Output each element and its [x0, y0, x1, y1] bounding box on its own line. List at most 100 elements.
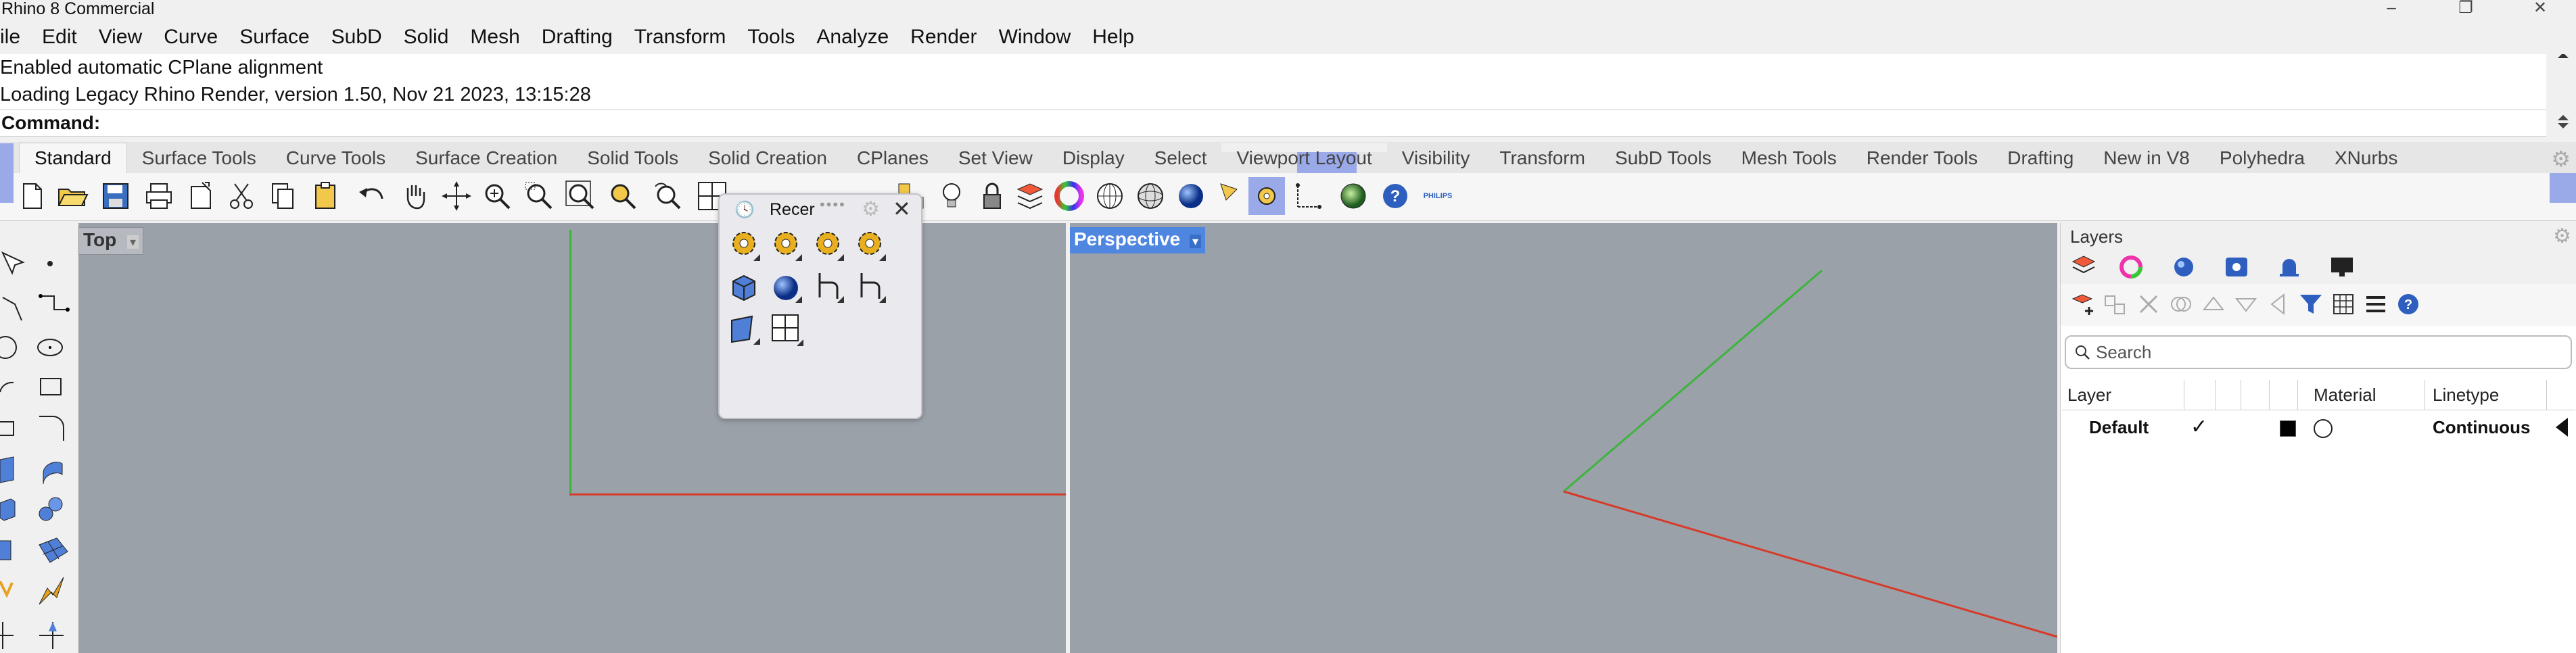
zoom-selected-icon[interactable] [605, 177, 641, 215]
polygon-icon[interactable] [0, 412, 34, 446]
new-sublayer-icon[interactable] [2101, 289, 2131, 319]
lock-icon[interactable] [974, 177, 1010, 215]
tab-bar-grip[interactable] [0, 143, 14, 173]
explode-icon[interactable] [37, 575, 70, 608]
tab-cplanes[interactable]: CPlanes [842, 143, 943, 173]
menu-subd[interactable]: SubD [321, 20, 393, 54]
import-icon[interactable] [183, 177, 219, 215]
recent-commands-popup[interactable]: 🕓 Recer •••• ⚙ ✕ [718, 193, 922, 419]
options-gear-icon[interactable] [768, 227, 806, 265]
open-file-icon[interactable] [54, 177, 91, 215]
menu-surface[interactable]: Surface [229, 20, 320, 54]
columns-grid-icon[interactable] [2328, 289, 2358, 319]
delete-icon[interactable] [2134, 289, 2163, 319]
dimension-tool-icon[interactable] [0, 615, 34, 649]
notifications-bell-icon[interactable] [2274, 252, 2304, 282]
menu-solid[interactable]: Solid [393, 20, 460, 54]
tab-render-tools[interactable]: Render Tools [1852, 143, 1992, 173]
tab-set-view[interactable]: Set View [943, 143, 1048, 173]
column-header-linetype[interactable]: Linetype [2433, 380, 2499, 410]
tab-solid-tools[interactable]: Solid Tools [572, 143, 693, 173]
ellipse-icon[interactable] [37, 331, 70, 365]
shaded-viewport-icon[interactable] [1092, 177, 1128, 215]
philips-plugin-button[interactable]: PHILIPS [1418, 177, 1458, 215]
zoom-window-icon[interactable] [521, 177, 557, 215]
polyline-icon[interactable] [0, 291, 34, 324]
material-circle-icon[interactable] [2314, 419, 2333, 438]
menu-curve[interactable]: Curve [153, 20, 229, 54]
tab-new-in-v8[interactable]: New in V8 [2088, 143, 2205, 173]
layers-tab-icon[interactable] [2069, 252, 2099, 282]
row-arrow-icon[interactable] [2556, 418, 2568, 437]
arc-icon[interactable] [0, 372, 34, 406]
extrude-surface-icon[interactable] [37, 453, 70, 487]
column-header-material[interactable]: Material [2314, 380, 2376, 410]
history-scrollbar[interactable] [2550, 53, 2576, 135]
display-monitor-icon[interactable] [2327, 252, 2357, 282]
drag-handle-icon[interactable]: •••• [820, 196, 846, 214]
options-gear-icon[interactable] [852, 227, 890, 265]
viewport-perspective[interactable]: Perspective ▾ [1070, 223, 2057, 653]
box-icon[interactable] [0, 493, 34, 527]
move-up-icon[interactable] [2199, 289, 2228, 319]
menu-render[interactable]: Render [899, 20, 987, 54]
layer-linetype[interactable]: Continuous [2433, 412, 2530, 442]
options-icon[interactable] [1248, 177, 1285, 215]
surface-tool-icon[interactable] [726, 311, 764, 349]
layer-icon[interactable] [1012, 177, 1048, 215]
rotate-view-icon[interactable] [438, 177, 475, 215]
options-gear-icon[interactable] [726, 227, 764, 265]
display-mode-icon[interactable] [2169, 252, 2199, 282]
fillet-curve-icon[interactable] [37, 412, 70, 446]
toolbar-end-grip[interactable] [2550, 173, 2576, 203]
zoom-extents-icon[interactable] [563, 177, 599, 215]
undo-view-icon[interactable] [649, 177, 686, 215]
menu-mesh[interactable]: Mesh [459, 20, 530, 54]
zoom-icon[interactable] [479, 177, 515, 215]
circle-icon[interactable] [0, 331, 34, 365]
tab-settings-gear-icon[interactable]: ⚙ [2551, 146, 2571, 172]
gear-icon[interactable]: ⚙ [2553, 223, 2571, 250]
move-out-icon[interactable] [2264, 289, 2293, 319]
render-sphere-icon[interactable] [768, 269, 806, 307]
tab-drafting[interactable]: Drafting [1992, 143, 2088, 173]
filter-icon[interactable] [2296, 289, 2326, 319]
chevron-down-icon[interactable]: ▾ [127, 235, 139, 249]
curve-icon[interactable] [37, 291, 70, 324]
rendered-viewport-icon[interactable] [1132, 177, 1169, 215]
color-wheel-icon[interactable] [2116, 252, 2146, 282]
menu-analyze[interactable]: Analyze [805, 20, 899, 54]
duplicate-layer-icon[interactable] [2166, 289, 2196, 319]
transform-tools-icon[interactable] [0, 575, 34, 608]
undo-icon[interactable] [354, 177, 391, 215]
menu-view[interactable]: View [88, 20, 153, 54]
popup-header[interactable]: 🕓 Recer •••• ⚙ ✕ [720, 195, 921, 224]
color-wheel-icon[interactable] [1051, 177, 1087, 215]
rectangle-icon[interactable] [37, 372, 70, 406]
dimension-icon[interactable] [1290, 177, 1327, 215]
tab-surface-tools[interactable]: Surface Tools [127, 143, 271, 173]
tab-select[interactable]: Select [1140, 143, 1222, 173]
menu-tools[interactable]: Tools [736, 20, 805, 54]
menu-transform[interactable]: Transform [624, 20, 737, 54]
pan-hand-icon[interactable] [396, 177, 433, 215]
point-icon[interactable] [37, 250, 70, 284]
minimize-button[interactable]: – [2364, 0, 2418, 18]
restore-button[interactable]: ❐ [2439, 0, 2493, 18]
save-icon[interactable] [97, 177, 134, 215]
tab-display[interactable]: Display [1048, 143, 1140, 173]
cylinder-icon[interactable] [0, 534, 34, 568]
fillet-edge-icon[interactable] [852, 269, 890, 307]
options-gear-icon[interactable] [810, 227, 848, 265]
sun-icon[interactable] [1215, 177, 1251, 215]
gear-icon[interactable]: ⚙ [862, 197, 880, 221]
current-layer-check[interactable]: ✓ [2191, 412, 2207, 442]
cut-icon[interactable] [223, 177, 260, 215]
help-icon[interactable]: ? [1377, 177, 1413, 215]
tab-polyhedra[interactable]: Polyhedra [2205, 143, 2320, 173]
select-arrow-icon[interactable] [0, 250, 34, 284]
named-views-icon[interactable] [2222, 252, 2251, 282]
fillet-edge-icon[interactable] [810, 269, 848, 307]
viewport-layout-icon[interactable] [768, 311, 806, 349]
render-sphere-icon[interactable] [1173, 177, 1209, 215]
